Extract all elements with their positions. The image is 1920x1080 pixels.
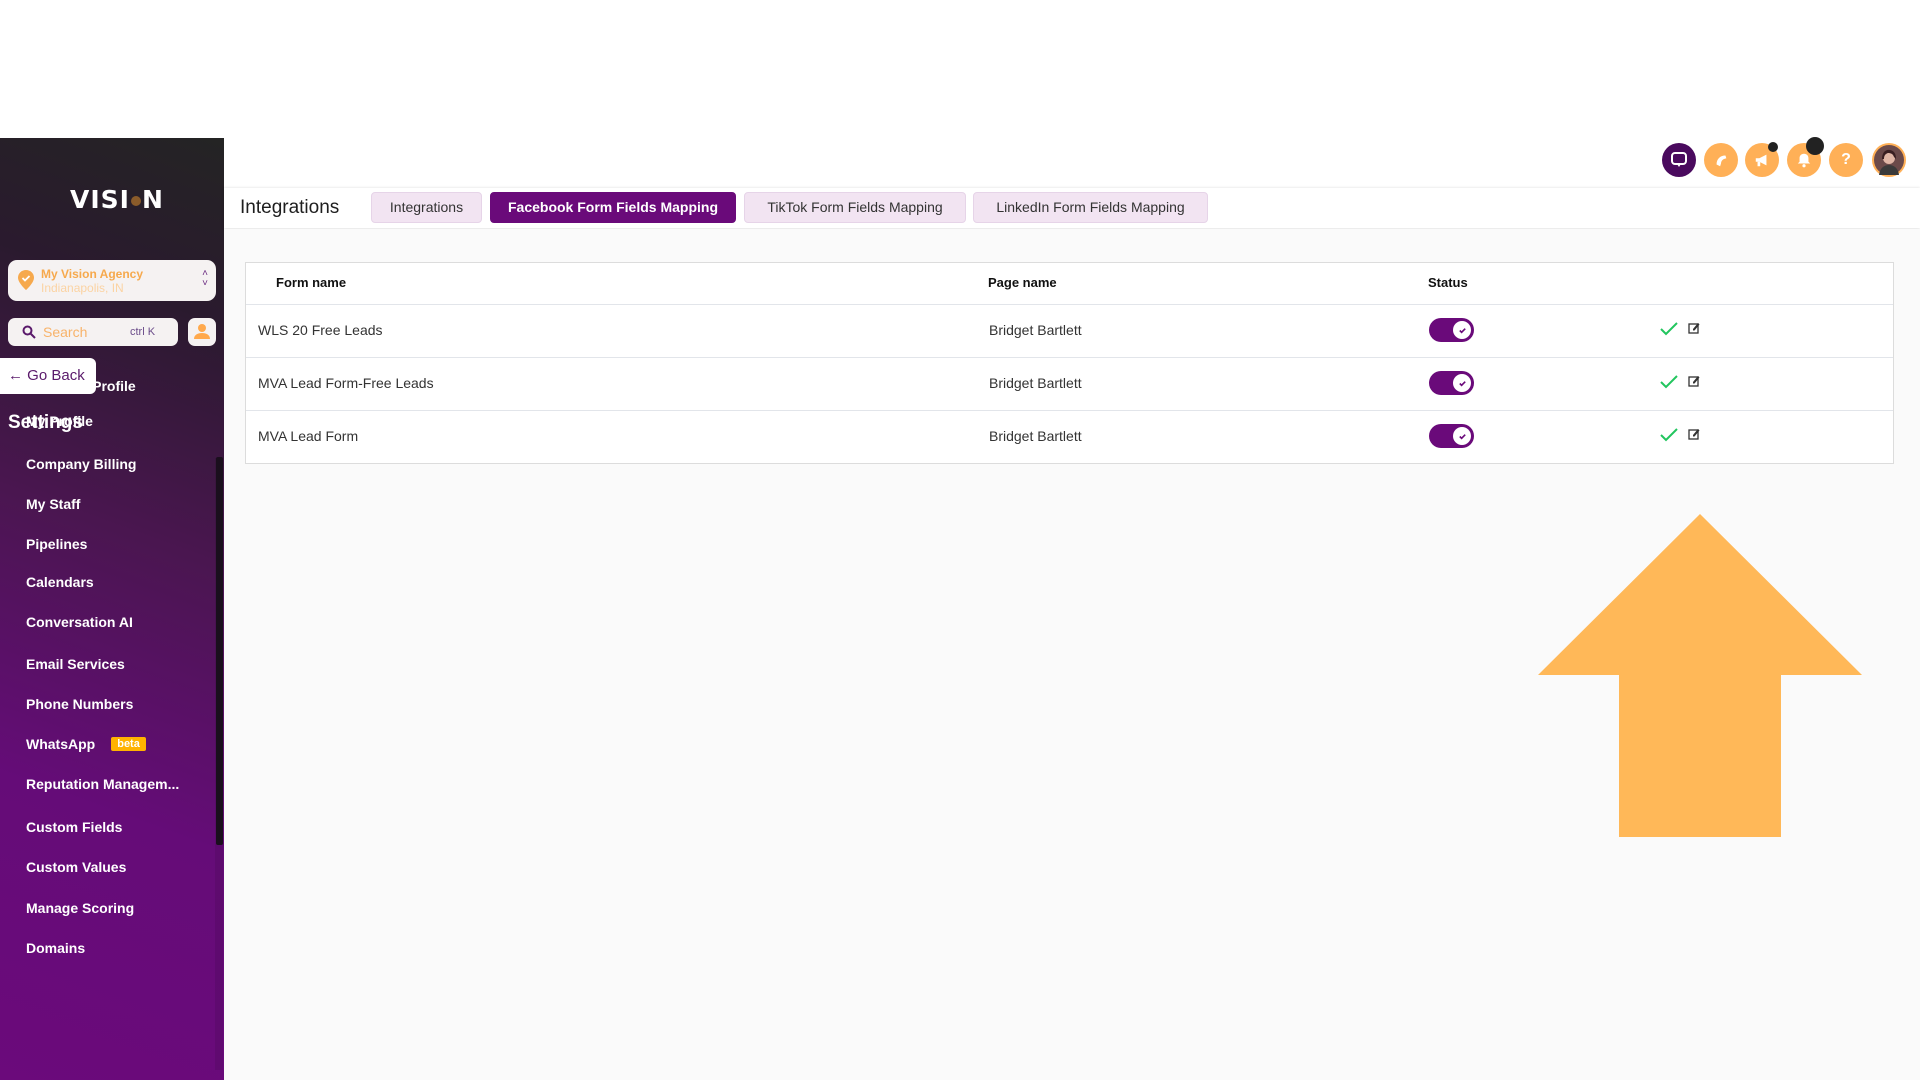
column-header-page-name: Page name xyxy=(988,275,1057,290)
phone-button[interactable] xyxy=(1704,143,1738,177)
sidebar-item-company-billing[interactable]: Company Billing xyxy=(26,456,136,472)
tab-integrations[interactable]: Integrations xyxy=(371,192,482,223)
sidebar-item-reputation-management[interactable]: Reputation Managem... xyxy=(26,776,179,792)
location-city: Indianapolis, IN xyxy=(41,281,124,295)
status-toggle[interactable] xyxy=(1429,424,1474,448)
page-title: Integrations xyxy=(240,197,340,218)
table-row: MVA Lead Form Bridget Bartlett xyxy=(246,410,1893,463)
form-name-cell: WLS 20 Free Leads xyxy=(258,322,383,338)
sidebar-item-email-services[interactable]: Email Services xyxy=(26,656,125,672)
sidebar-item-manage-scoring[interactable]: Manage Scoring xyxy=(26,900,134,916)
sidebar-item-conversation-ai[interactable]: Conversation AI xyxy=(26,614,133,630)
sidebar-item-business-profile[interactable]: Business Profile xyxy=(26,378,136,394)
page-name-cell: Bridget Bartlett xyxy=(989,322,1082,338)
location-switcher[interactable]: My Vision Agency Indianapolis, IN ˄ ˅ xyxy=(8,260,216,301)
announcement-badge xyxy=(1768,142,1778,152)
tab-bar: Integrations Integrations Facebook Form … xyxy=(224,188,1920,228)
logo-eye-icon xyxy=(130,196,141,206)
toggle-check-icon xyxy=(1453,374,1471,392)
megaphone-icon xyxy=(1755,154,1767,167)
tab-tiktok-form-fields-mapping[interactable]: TikTok Form Fields Mapping xyxy=(744,192,966,223)
toggle-check-icon xyxy=(1453,321,1471,339)
vision-logo[interactable]: VISI N xyxy=(70,185,164,214)
avatar-photo-icon xyxy=(1874,145,1904,175)
sidebar-scrollbar-thumb[interactable] xyxy=(216,457,223,845)
help-button[interactable]: ? xyxy=(1829,143,1863,177)
table-row: MVA Lead Form-Free Leads Bridget Bartlet… xyxy=(246,357,1893,410)
mapped-check-icon xyxy=(1660,428,1678,442)
help-icon: ? xyxy=(1841,151,1851,168)
bell-icon xyxy=(1797,153,1811,168)
location-pin-icon xyxy=(18,270,34,290)
edit-icon[interactable] xyxy=(1688,428,1700,440)
phone-icon xyxy=(1716,155,1727,167)
column-header-status: Status xyxy=(1428,275,1468,290)
sidebar-item-pipelines[interactable]: Pipelines xyxy=(26,536,87,552)
sidebar-item-domains[interactable]: Domains xyxy=(26,940,85,956)
logo-text-end: N xyxy=(141,185,164,214)
chat-icon xyxy=(1671,152,1687,167)
notification-badge xyxy=(1806,137,1824,155)
user-avatar[interactable] xyxy=(1872,143,1906,177)
page-name-cell: Bridget Bartlett xyxy=(989,375,1082,391)
annotation-arrow-up-icon xyxy=(1538,514,1862,837)
form-name-cell: MVA Lead Form xyxy=(258,428,359,444)
mapped-check-icon xyxy=(1660,322,1678,336)
form-mapping-table: Form name Page name Status WLS 20 Free L… xyxy=(245,262,1894,464)
column-header-form-name: Form name xyxy=(276,275,347,290)
tab-linkedin-form-fields-mapping[interactable]: LinkedIn Form Fields Mapping xyxy=(973,192,1208,223)
table-row: WLS 20 Free Leads Bridget Bartlett xyxy=(246,304,1893,357)
tab-facebook-form-fields-mapping[interactable]: Facebook Form Fields Mapping xyxy=(490,192,736,223)
location-name: My Vision Agency xyxy=(41,267,144,281)
logo-text: VISI xyxy=(70,185,130,214)
sidebar-item-whatsapp[interactable]: WhatsApp beta xyxy=(26,736,146,752)
sidebar-item-phone-numbers[interactable]: Phone Numbers xyxy=(26,696,133,712)
user-icon xyxy=(194,324,210,339)
toggle-check-icon xyxy=(1453,427,1471,445)
app-root: VISI N My Vision Agency Indianapolis, IN … xyxy=(0,0,1920,1080)
search-input[interactable]: Search ctrl K xyxy=(8,318,178,346)
chevron-up-down-icon: ˄ ˅ xyxy=(202,268,208,289)
form-name-cell: MVA Lead Form-Free Leads xyxy=(258,375,434,391)
sidebar-item-my-staff[interactable]: My Staff xyxy=(26,496,80,512)
edit-icon[interactable] xyxy=(1688,375,1700,387)
sidebar-item-custom-fields[interactable]: Custom Fields xyxy=(26,819,122,835)
sidebar-item-custom-values[interactable]: Custom Values xyxy=(26,859,126,875)
search-icon xyxy=(22,325,36,339)
search-placeholder: Search xyxy=(43,324,88,340)
status-toggle[interactable] xyxy=(1429,318,1474,342)
chat-button[interactable] xyxy=(1662,143,1696,177)
mapped-check-icon xyxy=(1660,375,1678,389)
user-button[interactable] xyxy=(188,318,216,346)
search-shortcut: ctrl K xyxy=(130,326,156,338)
beta-badge: beta xyxy=(111,737,146,751)
sidebar-item-my-profile[interactable]: My Profile xyxy=(26,413,93,429)
sidebar-item-label: WhatsApp xyxy=(26,736,96,752)
sidebar-item-calendars[interactable]: Calendars xyxy=(26,574,94,590)
sidebar: VISI N My Vision Agency Indianapolis, IN … xyxy=(0,138,224,1080)
page-name-cell: Bridget Bartlett xyxy=(989,428,1082,444)
status-toggle[interactable] xyxy=(1429,371,1474,395)
edit-icon[interactable] xyxy=(1688,322,1700,334)
